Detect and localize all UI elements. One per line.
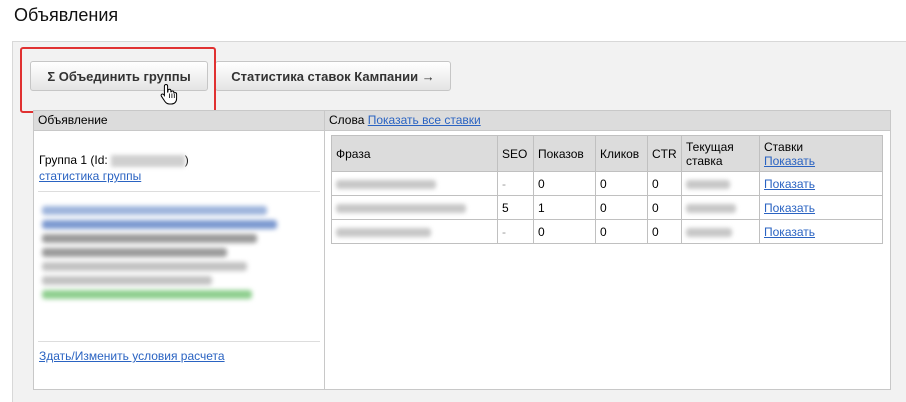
show-all-bids-link[interactable]: Показать все ставки (368, 113, 481, 127)
group-label-text: Группа 1 (Id: (39, 153, 108, 167)
bid-blurred (686, 203, 736, 213)
shows-cell: 0 (533, 171, 596, 196)
words-label: Слова (329, 113, 365, 127)
ad-preview-blurred (42, 201, 282, 304)
ads-grid: Объявление Группа 1 (Id:) статистика гру… (33, 110, 891, 390)
words-column: Слова Показать все ставки Фраза SEO Пока… (325, 111, 890, 389)
action-cell: Показать (759, 219, 883, 244)
seo-cell: - (497, 219, 534, 244)
col-shows: Показов (533, 135, 596, 172)
campaign-bid-stats-button[interactable]: Статистика ставок Кампании → (215, 61, 451, 91)
edit-calc-conditions-link[interactable]: Здать/Изменить условия расчета (39, 349, 225, 363)
phrase-cell (331, 195, 498, 220)
ctr-cell: 0 (647, 195, 682, 220)
phrases-table: Фраза SEO Показов Кликов CTR Текущая ста… (331, 135, 883, 244)
action-cell: Показать (759, 171, 883, 196)
phrase-blurred (336, 179, 436, 189)
ad-column: Объявление Группа 1 (Id:) статистика гру… (34, 111, 325, 389)
table-row: - 0 0 0 Показать (331, 219, 883, 244)
seo-cell: - (497, 171, 534, 196)
col-seo: SEO (497, 135, 534, 172)
col-bids-label: Ставки (764, 139, 804, 154)
group-stats-link-text[interactable]: статистика группы (39, 169, 141, 183)
show-bids-link[interactable]: Показать (764, 225, 815, 239)
show-bids-link[interactable]: Показать (764, 177, 815, 191)
shows-cell: 0 (533, 219, 596, 244)
ad-column-header: Объявление (34, 111, 324, 131)
col-bids: Ставки Показать (759, 135, 883, 172)
edit-calc-conditions-text[interactable]: Здать/Изменить условия расчета (39, 349, 225, 363)
clicks-cell: 0 (595, 171, 648, 196)
action-cell: Показать (759, 195, 883, 220)
group-stats-link[interactable]: статистика группы (39, 169, 141, 183)
divider (38, 191, 320, 192)
clicks-cell: 0 (595, 219, 648, 244)
col-ctr: CTR (647, 135, 682, 172)
col-clicks: Кликов (595, 135, 648, 172)
divider (38, 341, 320, 342)
table-row: - 0 0 0 Показать (331, 171, 883, 196)
page-title: Объявления (14, 5, 119, 25)
words-column-header: Слова Показать все ставки (325, 111, 890, 131)
group-label-close: ) (184, 153, 189, 167)
group-id-blurred (110, 154, 185, 167)
current-bid-cell (681, 195, 760, 220)
phrase-blurred (336, 203, 466, 213)
col-phrase: Фраза (331, 135, 498, 172)
ctr-cell: 0 (647, 171, 682, 196)
current-bid-cell (681, 171, 760, 196)
shows-cell: 1 (533, 195, 596, 220)
table-row: 5 1 0 0 Показать (331, 195, 883, 220)
seo-cell: 5 (497, 195, 534, 220)
hand-cursor-icon (160, 83, 178, 105)
bids-header-show-link[interactable]: Показать (764, 154, 878, 168)
current-bid-cell (681, 219, 760, 244)
ctr-cell: 0 (647, 219, 682, 244)
col-current-bid: Текущая ставка (681, 135, 760, 172)
bid-blurred (686, 179, 730, 189)
bid-blurred (686, 227, 732, 237)
phrase-blurred (336, 227, 431, 237)
phrase-cell (331, 171, 498, 196)
highlight-box (20, 47, 216, 113)
show-bids-link[interactable]: Показать (764, 201, 815, 215)
group-label: Группа 1 (Id:) (39, 153, 189, 167)
table-header-row: Фраза SEO Показов Кликов CTR Текущая ста… (331, 135, 883, 172)
phrase-cell (331, 219, 498, 244)
clicks-cell: 0 (595, 195, 648, 220)
